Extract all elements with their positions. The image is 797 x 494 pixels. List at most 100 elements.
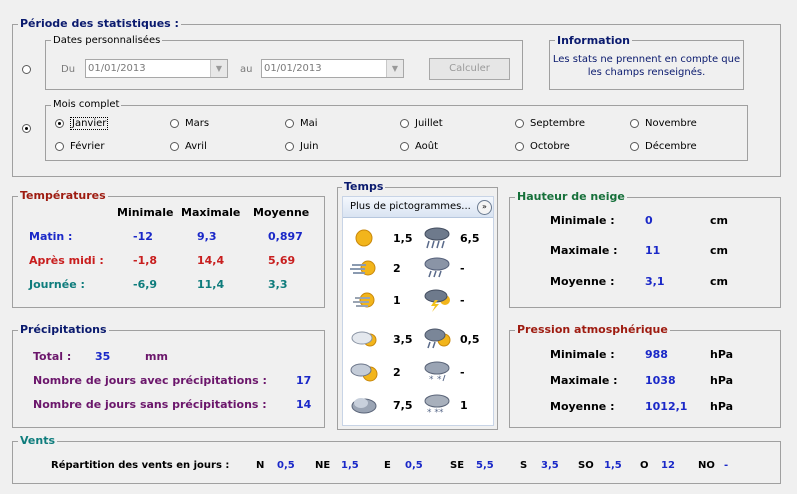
pression-max-label: Maximale : xyxy=(550,374,618,387)
cloud-sun-large-icon xyxy=(350,360,378,384)
pictogrammes-dropdown[interactable]: Plus de pictogrammes... » xyxy=(343,197,493,218)
month-label-3[interactable]: Juillet xyxy=(415,118,443,129)
month-label-0[interactable]: Janvier xyxy=(70,117,109,130)
pression-title: Pression atmosphérique xyxy=(515,323,670,336)
pression-min-unit: hPa xyxy=(710,348,734,361)
temps-right-value-1: - xyxy=(460,262,465,275)
temp-matin-max: 9,3 xyxy=(197,230,217,243)
precip-sans-label: Nombre de jours sans précipitations : xyxy=(33,398,267,411)
temp-journee-min: -6,9 xyxy=(133,278,158,291)
radio-dates-personnalisees[interactable] xyxy=(22,65,31,74)
temps-left-value-4: 2 xyxy=(393,366,401,379)
wind-dir-1: NE xyxy=(315,460,331,471)
temps-left-value-3: 3,5 xyxy=(393,333,413,346)
precip-total-unit: mm xyxy=(145,350,168,363)
temps-left-value-1: 2 xyxy=(393,262,401,275)
wind-dir-4: S xyxy=(520,460,528,471)
radio-month-6[interactable] xyxy=(55,142,64,151)
information-line-2: les champs renseignés. xyxy=(587,67,706,78)
pression-moy-value: 1012,1 xyxy=(645,400,688,413)
radio-month-2[interactable] xyxy=(285,119,294,128)
pression-moy-label: Moyenne : xyxy=(550,400,615,413)
month-label-11[interactable]: Décembre xyxy=(645,141,697,152)
wind-dir-7: NO xyxy=(698,460,715,471)
radio-mois-complet[interactable] xyxy=(22,124,31,133)
precip-total-value: 35 xyxy=(95,350,111,363)
temps-left-value-2: 1 xyxy=(393,294,401,307)
chevron-down-icon[interactable]: ▼ xyxy=(210,60,227,77)
neige-moy-label: Moyenne : xyxy=(550,275,615,288)
temp-matin-min: -12 xyxy=(133,230,153,243)
neige-moy-unit: cm xyxy=(710,275,728,288)
pression-max-value: 1038 xyxy=(645,374,676,387)
radio-month-7[interactable] xyxy=(170,142,179,151)
precipitations-title: Précipitations xyxy=(18,323,109,336)
wind-dir-2: E xyxy=(384,460,391,471)
snow-rain-icon: * * xyxy=(423,360,451,385)
radio-month-1[interactable] xyxy=(170,119,179,128)
radio-month-9[interactable] xyxy=(400,142,409,151)
month-label-1[interactable]: Mars xyxy=(185,118,209,129)
date-au-combo[interactable]: 01/01/2013 ▼ xyxy=(261,59,404,78)
precip-sans-value: 14 xyxy=(296,398,312,411)
radio-month-10[interactable] xyxy=(515,142,524,151)
radio-month-8[interactable] xyxy=(285,142,294,151)
header-minimale: Minimale xyxy=(117,206,174,219)
header-moyenne: Moyenne xyxy=(253,206,310,219)
temp-label-matin: Matin : xyxy=(29,230,73,243)
radio-month-5[interactable] xyxy=(630,119,639,128)
cloud-sun-icon xyxy=(350,327,378,351)
wind-value-6: 12 xyxy=(661,460,675,471)
neige-min-value: 0 xyxy=(645,214,653,227)
wind-dir-5: SO xyxy=(578,460,594,471)
neige-moy-value: 3,1 xyxy=(645,275,665,288)
month-label-10[interactable]: Octobre xyxy=(530,141,570,152)
chevron-down-icon[interactable]: ▼ xyxy=(386,60,403,77)
information-line-1: Les stats ne prennent en compte que xyxy=(552,54,741,65)
wind-dir-3: SE xyxy=(450,460,465,471)
rain-icon xyxy=(423,256,451,280)
month-label-5[interactable]: Novembre xyxy=(645,118,697,129)
radio-month-0[interactable] xyxy=(55,119,64,128)
neige-min-label: Minimale : xyxy=(550,214,615,227)
date-du-combo[interactable]: 01/01/2013 ▼ xyxy=(85,59,228,78)
double-chevron-down-icon[interactable]: » xyxy=(477,200,492,215)
calculer-button[interactable]: Calculer xyxy=(429,58,510,80)
temps-right-value-4: - xyxy=(460,366,465,379)
neige-max-label: Maximale : xyxy=(550,244,618,257)
precip-avec-value: 17 xyxy=(296,374,312,387)
svg-text:*: * xyxy=(437,375,442,384)
mois-legend: Mois complet xyxy=(51,99,122,110)
wind-value-2: 0,5 xyxy=(405,460,423,471)
month-label-9[interactable]: Août xyxy=(415,141,438,152)
wind-value-5: 1,5 xyxy=(604,460,622,471)
pression-min-label: Minimale : xyxy=(550,348,615,361)
temps-left-value-0: 1,5 xyxy=(393,232,413,245)
month-label-4[interactable]: Septembre xyxy=(530,118,585,129)
radio-month-11[interactable] xyxy=(630,142,639,151)
neige-min-unit: cm xyxy=(710,214,728,227)
temps-right-value-0: 6,5 xyxy=(460,232,480,245)
temp-label-journee: Journée : xyxy=(29,278,85,291)
svg-text:*: * xyxy=(429,375,434,384)
vents-repartition-label: Répartition des vents en jours : xyxy=(51,460,230,471)
au-label: au xyxy=(240,64,253,75)
temps-right-value-2: - xyxy=(460,294,465,307)
wind-value-1: 1,5 xyxy=(341,460,359,471)
header-maximale: Maximale xyxy=(181,206,241,219)
month-label-8[interactable]: Juin xyxy=(300,141,318,152)
month-label-2[interactable]: Mai xyxy=(300,118,318,129)
radio-month-4[interactable] xyxy=(515,119,524,128)
radio-month-3[interactable] xyxy=(400,119,409,128)
temp-label-apres-midi: Après midi : xyxy=(29,254,104,267)
cloudy-icon xyxy=(350,393,378,417)
month-label-7[interactable]: Avril xyxy=(185,141,207,152)
date-du-value: 01/01/2013 xyxy=(88,63,146,74)
temp-matin-moy: 0,897 xyxy=(268,230,303,243)
svg-text:*: * xyxy=(439,408,444,417)
rain-heavy-icon xyxy=(423,226,451,250)
wind-value-4: 3,5 xyxy=(541,460,559,471)
information-legend: Information xyxy=(555,34,632,47)
temperatures-title: Températures xyxy=(18,189,108,202)
month-label-6[interactable]: Février xyxy=(70,141,104,152)
